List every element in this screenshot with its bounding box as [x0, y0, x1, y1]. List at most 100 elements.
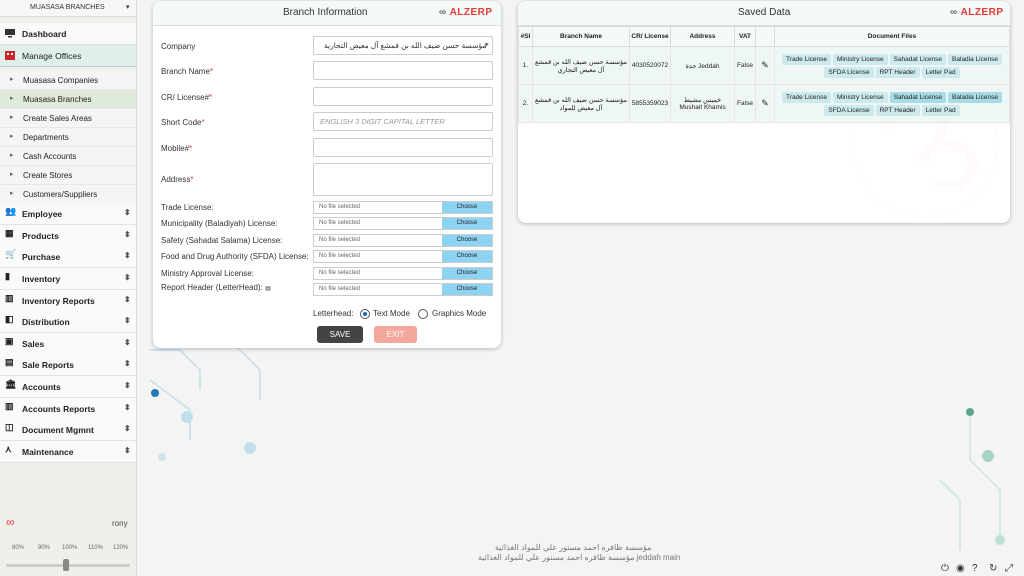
footer-branch-line: مؤسسة ظافره احمد مستور علي للمواد الغذائ…	[478, 553, 681, 562]
zoom-label-100[interactable]: 100%	[62, 545, 77, 551]
doc-ministry-license-button[interactable]: Ministry License	[833, 91, 888, 103]
choose-button[interactable]: Choose	[442, 202, 492, 213]
doc-sfda-license-button[interactable]: SFDA License	[824, 104, 874, 116]
company-select[interactable]: مؤسسة حسن ضيف الله بن قمشع آل معيض التجا…	[313, 36, 493, 55]
municipality-license-file-input[interactable]: No file selected Choose	[313, 217, 493, 230]
sidebar: MUASASA BRANCHES ▾ Dashboard Manage Offi…	[0, 0, 137, 576]
ministry-license-file-input[interactable]: No file selected Choose	[313, 267, 493, 280]
cr-license-input[interactable]	[313, 87, 493, 106]
exit-button[interactable]: EXIT	[374, 326, 417, 343]
doc-trade-license-button[interactable]: Trade License	[782, 91, 831, 103]
sidebar-item-employee[interactable]: 👥 Employee ⬍	[0, 203, 136, 225]
edit-icon[interactable]: ✎	[755, 84, 775, 123]
branch-name-label-text: Branch Name	[161, 67, 210, 76]
doc-letter-pad-button[interactable]: Letter Pad	[921, 66, 960, 78]
sidebar-item-distribution[interactable]: ◧ Distribution ⬍	[0, 311, 136, 333]
sub-item-cash-accounts[interactable]: ▸ Cash Accounts	[0, 147, 136, 166]
sidebar-item-dashboard[interactable]: Dashboard	[0, 23, 136, 45]
trade-license-file-input[interactable]: No file selected Choose	[313, 201, 493, 214]
sidebar-item-sale-reports[interactable]: ▤ Sale Reports ⬍	[0, 354, 136, 376]
sidebar-item-inventory[interactable]: ▮ Inventory ⬍	[0, 268, 136, 290]
graphics-mode-radio[interactable]	[418, 309, 428, 319]
sidebar-item-accounts[interactable]: 🏛 Accounts ⬍	[0, 376, 136, 398]
col-header: Document Files	[774, 26, 1010, 47]
letterhead-label: Letterhead:	[313, 309, 354, 318]
mobile-label: Mobile#*	[161, 144, 192, 153]
cell-cr: 4030520072	[629, 46, 671, 85]
required-mark: *	[209, 93, 213, 102]
fullscreen-icon[interactable]: ⤢	[1005, 563, 1013, 574]
sfda-license-file-input[interactable]: No file selected Choose	[313, 250, 493, 263]
doc-sfda-license-button[interactable]: SFDA License	[824, 66, 874, 78]
short-code-input[interactable]: ENGLISH 3 DIGIT CAPITAL LETTER	[313, 112, 493, 131]
required-mark: *	[189, 144, 193, 153]
chevron-updown-icon: ⬍	[124, 208, 131, 217]
doc-rpt-header-button[interactable]: RPT Header	[875, 104, 920, 116]
address-label-text: Address	[161, 175, 191, 184]
sidebar-item-inventory-reports[interactable]: ▥ Inventory Reports ⬍	[0, 290, 136, 312]
edit-icon[interactable]: ✎	[755, 46, 775, 85]
power-icon[interactable]: ⏻	[941, 563, 949, 574]
doc-sahadat-license-button[interactable]: Sahadat License	[889, 53, 947, 65]
choose-button[interactable]: Choose	[442, 251, 492, 262]
doc-baladia-license-button[interactable]: Baladia License	[948, 91, 1002, 103]
zoom-slider-thumb[interactable]	[63, 559, 69, 571]
doc-baladia-license-button[interactable]: Baladia License	[948, 53, 1002, 65]
chevron-updown-icon: ⬍	[124, 230, 131, 239]
zoom-label-110[interactable]: 110%	[88, 545, 103, 551]
choose-button[interactable]: Choose	[442, 235, 492, 246]
branch-name-input[interactable]	[313, 61, 493, 80]
doc-sahadat-license-button[interactable]: Sahadat License	[889, 91, 947, 103]
sub-item-create-sales-areas[interactable]: ▸ Create Sales Areas	[0, 109, 136, 128]
zoom-label-90[interactable]: 90%	[38, 545, 50, 551]
no-file-text: No file selected	[319, 270, 361, 276]
address-textarea[interactable]	[313, 163, 493, 196]
save-button[interactable]: SAVE	[317, 326, 363, 343]
choose-button[interactable]: Choose	[442, 268, 492, 279]
caret-down-icon[interactable]: ▾	[126, 3, 130, 11]
sub-item-muasasa-companies[interactable]: ▸ Muasasa Companies	[0, 71, 136, 90]
user-name: rony	[112, 519, 128, 528]
sidebar-item-purchase[interactable]: 🛒 Purchase ⬍	[0, 246, 136, 268]
choose-button[interactable]: Choose	[442, 284, 492, 295]
sidebar-item-label: Maintenance	[22, 447, 74, 457]
doc-rpt-header-button[interactable]: RPT Header	[875, 66, 920, 78]
sidebar-item-document-mgmnt[interactable]: ◫ Document Mgmnt ⬍	[0, 419, 136, 441]
bank-icon: 🏛	[5, 379, 17, 389]
zoom-label-120[interactable]: 120%	[113, 545, 128, 551]
sidebar-item-maintenance[interactable]: ⋏ Maintenance ⬍	[0, 441, 136, 463]
sidebar-item-products[interactable]: ▦ Products ⬍	[0, 225, 136, 247]
doc-letter-pad-button[interactable]: Letter Pad	[921, 104, 960, 116]
cell-cr: 5855359023	[629, 84, 671, 123]
text-mode-radio[interactable]	[360, 309, 370, 319]
sub-item-create-stores[interactable]: ▸ Create Stores	[0, 166, 136, 185]
chevron-updown-icon: ⬍	[124, 273, 131, 282]
bullet-icon: ▸	[10, 95, 14, 102]
sub-item-muasasa-branches[interactable]: ▸ Muasasa Branches	[0, 90, 136, 109]
table-row[interactable]: 1. مؤسسة حسن ضيف الله بن قمشع آل معيض ال…	[518, 46, 1010, 85]
sub-item-departments[interactable]: ▸ Departments	[0, 128, 136, 147]
mobile-input[interactable]	[313, 138, 493, 157]
sidebar-item-label: Manage Offices	[22, 51, 82, 61]
sidebar-item-manage-offices[interactable]: Manage Offices	[0, 45, 136, 67]
report-header-file-input[interactable]: No file selected Choose	[313, 283, 493, 296]
refresh-icon[interactable]: ↻	[989, 563, 997, 574]
doc-trade-license-button[interactable]: Trade License	[782, 53, 831, 65]
col-header: VAT	[734, 26, 756, 47]
cell-documents: Trade License Ministry License Sahadat Lic…	[774, 84, 1010, 123]
help-icon[interactable]: ?	[972, 563, 978, 574]
building-icon	[5, 51, 15, 60]
address-label: Address*	[161, 175, 193, 184]
safety-license-file-input[interactable]: No file selected Choose	[313, 234, 493, 247]
chart-icon: ▥	[5, 293, 14, 303]
sidebar-item-accounts-reports[interactable]: ▥ Accounts Reports ⬍	[0, 398, 136, 420]
bullet-icon: ▸	[10, 190, 14, 197]
dashboard-icon[interactable]: ◉	[956, 563, 965, 574]
sidebar-item-label: Sales	[22, 339, 45, 349]
doc-ministry-license-button[interactable]: Ministry License	[833, 53, 888, 65]
sidebar-item-sales[interactable]: ▣ Sales ⬍	[0, 333, 136, 355]
sub-item-customers-suppliers[interactable]: ▸ Customers/Suppliers	[0, 185, 136, 204]
choose-button[interactable]: Choose	[442, 218, 492, 229]
zoom-label-80[interactable]: 80%	[12, 545, 24, 551]
table-row[interactable]: 2. مؤسسة حسن ضيف الله بن قمشع آل معيض لل…	[518, 84, 1010, 123]
